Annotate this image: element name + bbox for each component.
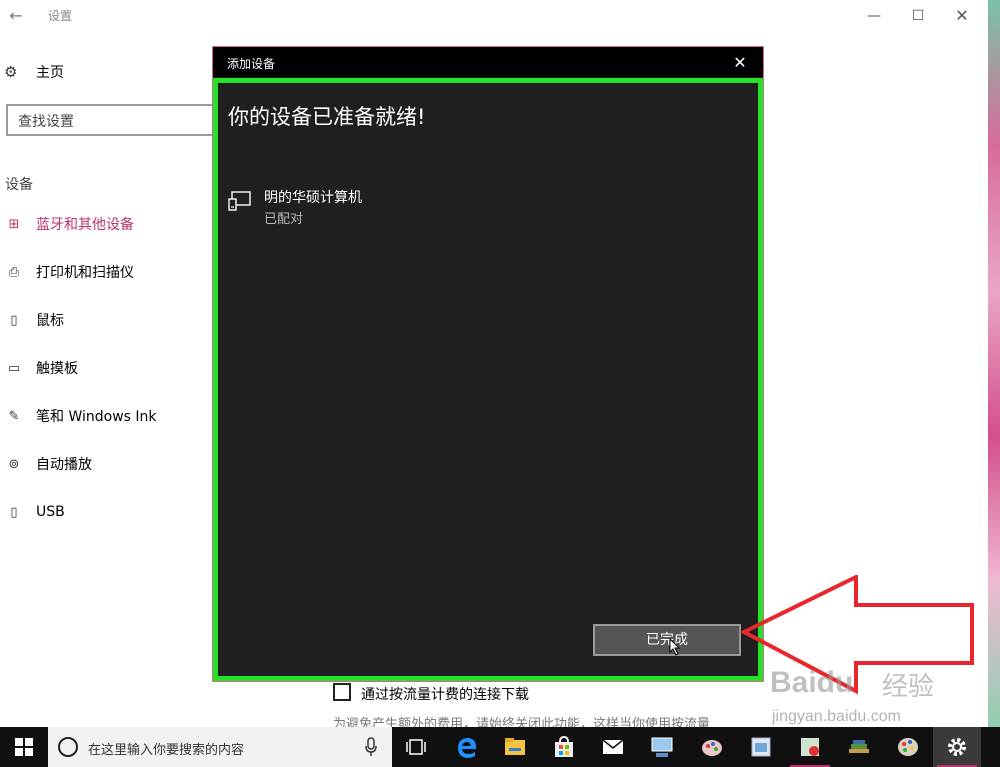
sidebar-item-bluetooth[interactable]: ⊞ 蓝牙和其他设备: [4, 212, 134, 236]
store-button[interactable]: [540, 727, 588, 767]
dialog-close-button[interactable]: ✕: [723, 50, 757, 76]
media-app-icon: [801, 738, 819, 756]
settings-app-icon: [948, 738, 966, 756]
dialog-title-bar: 添加设备 ✕: [213, 47, 763, 77]
minimize-button[interactable]: —: [852, 2, 896, 30]
media-app-button[interactable]: [786, 727, 834, 767]
cortana-icon: [58, 737, 78, 757]
books-app-button[interactable]: [835, 727, 883, 767]
sidebar-item-label: 打印机和扫描仪: [36, 265, 134, 281]
sidebar-item-label: USB: [36, 504, 65, 520]
photo-app-icon: [751, 737, 771, 757]
nav-home-label: 主页: [36, 65, 64, 81]
settings-search-input[interactable]: 查找设置: [6, 104, 220, 136]
dialog-title: 添加设备: [227, 57, 276, 71]
done-button[interactable]: 已完成: [593, 624, 741, 656]
sidebar-item-label: 笔和 Windows Ink: [36, 409, 157, 425]
sidebar-item-touchpad[interactable]: ▭ 触摸板: [4, 356, 78, 380]
watermark-brand: Baidu: [770, 666, 854, 699]
nav-home[interactable]: ⚙ 主页: [4, 60, 64, 84]
bluetooth-devices-icon: ⊞: [8, 216, 20, 232]
settings-app-button[interactable]: [933, 727, 981, 767]
edge-icon: [458, 738, 476, 758]
usb-icon: ▯: [10, 504, 18, 520]
title-bar: ← 设置 — ☐ ✕: [0, 0, 988, 32]
sidebar-item-label: 触摸板: [36, 361, 78, 377]
sidebar-item-label: 蓝牙和其他设备: [36, 217, 134, 233]
sidebar-item-usb[interactable]: ▯ USB: [4, 500, 65, 524]
store-icon: [555, 735, 573, 757]
edge-button[interactable]: [443, 727, 491, 767]
paint-icon: [702, 740, 722, 756]
printer-icon: ⎙: [8, 264, 20, 280]
mail-button[interactable]: [589, 727, 637, 767]
maximize-button[interactable]: ☐: [896, 2, 940, 30]
autoplay-icon: ⊚: [8, 456, 20, 472]
dialog-body: 你的设备已准备就绪! 明的华硕计算机 已配对 已完成: [213, 78, 763, 681]
desktop-background: [988, 0, 1000, 727]
task-view-icon: [406, 739, 426, 755]
section-title: 设备: [5, 177, 33, 193]
device-name: 明的华硕计算机: [264, 190, 362, 206]
close-button[interactable]: ✕: [940, 2, 984, 30]
gear-icon: ⚙: [4, 63, 18, 81]
photo-app-button[interactable]: [737, 727, 785, 767]
network-app-icon: [651, 737, 673, 757]
microphone-icon[interactable]: [364, 737, 378, 757]
sidebar-item-mouse[interactable]: ▯ 鼠标: [4, 308, 64, 332]
sidebar-item-autoplay[interactable]: ⊚ 自动播放: [4, 452, 92, 476]
mouse-icon: ▯: [10, 312, 18, 328]
add-device-dialog: 添加设备 ✕ 你的设备已准备就绪! 明的华硕计算机 已配对 已完成: [212, 46, 764, 682]
search-placeholder: 查找设置: [18, 114, 74, 130]
mail-icon: [602, 739, 624, 754]
taskbar-search-placeholder: 在这里输入你要搜索的内容: [88, 743, 245, 758]
watermark-text: 经验: [882, 672, 935, 702]
start-button[interactable]: [0, 727, 48, 767]
task-view-button[interactable]: [392, 727, 440, 767]
window-title: 设置: [48, 9, 73, 23]
dialog-heading: 你的设备已准备就绪!: [228, 105, 426, 129]
paint-button[interactable]: [688, 727, 736, 767]
watermark-url: jingyan.baidu.com: [772, 708, 901, 725]
network-app-button[interactable]: [638, 727, 686, 767]
file-explorer-icon: [505, 738, 525, 755]
metered-download-description: 为避免产生额外的费用，请始终关闭此功能，这样当你使用按流量: [333, 717, 711, 727]
sidebar-item-pen[interactable]: ✎ 笔和 Windows Ink: [4, 404, 157, 428]
computer-icon: [228, 191, 251, 211]
device-status: 已配对: [264, 212, 304, 227]
mouse-cursor-icon: [669, 638, 681, 656]
metered-download-label: 通过按流量计费的连接下载: [361, 687, 529, 703]
metered-download-checkbox[interactable]: [333, 683, 351, 701]
books-app-icon: [849, 740, 869, 753]
taskbar: 在这里输入你要搜索的内容: [0, 727, 1000, 767]
file-explorer-button[interactable]: [491, 727, 539, 767]
touchpad-icon: ▭: [7, 360, 21, 376]
palette-app-button[interactable]: [884, 727, 932, 767]
sidebar-item-label: 鼠标: [36, 313, 64, 329]
windows-logo-icon: [15, 738, 33, 756]
sidebar-item-label: 自动播放: [36, 457, 92, 473]
taskbar-search-box[interactable]: 在这里输入你要搜索的内容: [48, 727, 392, 767]
pen-icon: ✎: [8, 408, 20, 424]
back-button[interactable]: ←: [4, 4, 28, 28]
sidebar-item-printers[interactable]: ⎙ 打印机和扫描仪: [4, 260, 134, 284]
palette-app-icon: [898, 738, 918, 756]
